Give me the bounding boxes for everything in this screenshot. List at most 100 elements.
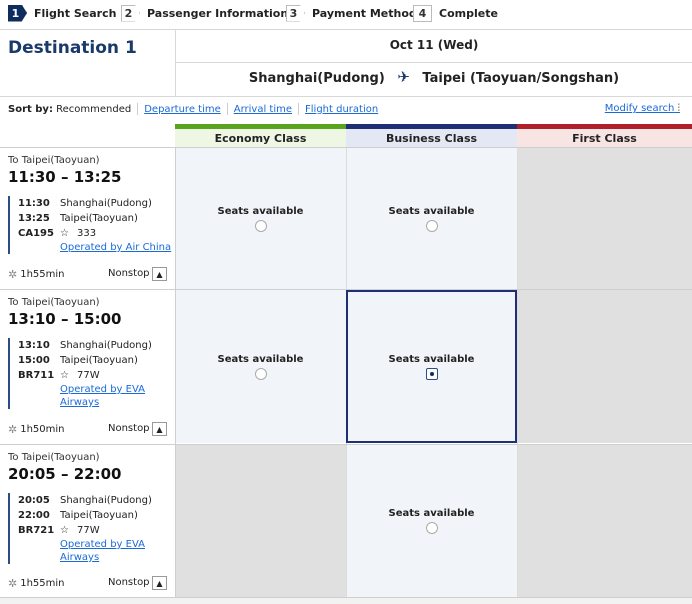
flight-detail: 13:10 Shanghai(Pudong) 15:00 Taipei(Taoyua… [8, 338, 168, 409]
flight-duration: ✲ 1h55min [8, 577, 65, 590]
economy-class-header: Economy Class [175, 124, 346, 147]
operated-by-link[interactable]: Operated by EVA Airways [60, 538, 172, 564]
flight-times: 11:30 – 13:25 [8, 168, 122, 186]
first-class-unavailable [518, 445, 692, 597]
flight-destination-label: To Taipei(Taoyuan) [8, 452, 100, 463]
divider [226, 103, 228, 115]
step-number: 2 [121, 4, 140, 22]
first-class-header: First Class [517, 124, 692, 147]
collapse-toggle-button[interactable]: ▲ [152, 576, 167, 590]
economy-fare-cell[interactable]: Seats available [175, 290, 346, 443]
duration-icon: ✲ [8, 268, 18, 281]
arrival-airport: Taipei(Taoyuan) [60, 355, 138, 366]
business-fare-cell[interactable]: Seats available [346, 148, 517, 289]
seats-available-label: Seats available [217, 353, 304, 365]
seats-available-label: Seats available [388, 205, 475, 217]
destination-city: Taipei (Taoyuan/Songshan) [422, 71, 620, 86]
divider [175, 62, 692, 63]
fare-radio[interactable] [254, 367, 267, 380]
origin-city: Shanghai(Pudong) [248, 71, 385, 86]
step-number: 4 [413, 4, 432, 22]
arrival-time: 22:00 [18, 510, 50, 521]
flight-detail: 11:30 Shanghai(Pudong) 13:25 Taipei(Taoyua… [8, 196, 171, 254]
flight-duration: ✲ 1h50min [8, 423, 65, 436]
seats-available-label: Seats available [388, 508, 475, 519]
step-flight-search: 1 Flight Search [8, 4, 116, 22]
step-label: Flight Search [34, 6, 117, 20]
stops-label: Nonstop [108, 268, 150, 279]
business-fare-cell[interactable]: Seats available [346, 445, 517, 597]
operated-by-link[interactable]: Operated by Air China [60, 241, 172, 254]
flight-times: 13:10 – 15:00 [8, 310, 122, 328]
arrival-time: 13:25 [18, 213, 50, 224]
divider [137, 103, 139, 115]
flight-detail: 20:05 Shanghai(Pudong) 22:00 Taipei(Taoyua… [8, 493, 168, 564]
arrival-time: 15:00 [18, 355, 50, 366]
flight-date: Oct 11 (Wed) [389, 38, 479, 52]
sort-bar: Sort by: Recommended Departure time Arri… [8, 103, 378, 115]
step-complete: 4 Complete [413, 4, 498, 22]
divider [0, 96, 692, 97]
economy-unavailable [176, 445, 346, 597]
step-label: Payment Method [312, 6, 417, 20]
star-icon: ☆ [60, 228, 69, 239]
step-number: 3 [286, 4, 305, 22]
departure-airport: Shanghai(Pudong) [60, 495, 152, 506]
flight-row: To Taipei(Taoyuan) 11:30 – 13:25 11:30 Sh… [0, 148, 175, 289]
duration-text: 1h55min [20, 578, 65, 589]
collapse-toggle-button[interactable]: ▲ [152, 267, 167, 281]
departure-time: 20:05 [18, 495, 50, 506]
fare-radio-selected[interactable] [425, 367, 438, 380]
sort-arrival-time-link[interactable]: Arrival time [234, 104, 292, 115]
departure-airport: Shanghai(Pudong) [60, 340, 152, 351]
star-icon: ☆ [60, 525, 69, 536]
star-icon: ☆ [60, 370, 69, 381]
sort-flight-duration-link[interactable]: Flight duration [305, 104, 378, 115]
economy-fare-cell[interactable]: Seats available [175, 148, 346, 289]
step-label: Complete [439, 6, 498, 20]
destination-title: Destination 1 [8, 38, 137, 58]
info-icon: ⫶ [677, 103, 681, 114]
progress-steps: 1 Flight Search 2 Passenger Information … [0, 0, 692, 27]
next-row-edge [0, 598, 692, 604]
flight-number: BR721 [18, 525, 55, 536]
flight-destination-label: To Taipei(Taoyuan) [8, 155, 100, 166]
duration-text: 1h55min [20, 269, 65, 280]
flight-row: To Taipei(Taoyuan) 13:10 – 15:00 13:10 Sh… [0, 290, 175, 443]
chevron-up-icon: ▲ [156, 578, 163, 588]
sort-current: Recommended [56, 103, 132, 115]
sort-departure-time-link[interactable]: Departure time [144, 104, 221, 115]
fare-radio[interactable] [425, 522, 438, 534]
duration-icon: ✲ [8, 423, 18, 436]
step-payment-method: 3 Payment Method [286, 4, 417, 22]
flight-number: BR711 [18, 370, 55, 381]
chevron-up-icon: ▲ [156, 269, 163, 279]
business-class-header: Business Class [346, 124, 517, 147]
step-number: 1 [8, 4, 27, 22]
step-passenger-information: 2 Passenger Information [121, 4, 288, 22]
aircraft-type: 333 [76, 228, 97, 239]
flight-times: 20:05 – 22:00 [8, 465, 122, 483]
operated-by-link[interactable]: Operated by EVA Airways [60, 383, 172, 409]
arrival-airport: Taipei(Taoyuan) [60, 213, 138, 224]
collapse-toggle-button[interactable]: ▲ [152, 422, 167, 436]
departure-time: 11:30 [18, 198, 50, 209]
chevron-up-icon: ▲ [156, 424, 163, 434]
modify-search-link[interactable]: Modify search ⫶ [605, 103, 680, 114]
route: Shanghai(Pudong) ✈ Taipei (Taoyuan/Songs… [176, 68, 692, 86]
fare-radio[interactable] [254, 219, 267, 232]
duration-icon: ✲ [8, 577, 18, 590]
divider [298, 103, 300, 115]
duration-text: 1h50min [20, 424, 65, 435]
flight-duration: ✲ 1h55min [8, 268, 65, 281]
fare-radio[interactable] [425, 219, 438, 232]
divider [0, 29, 692, 30]
business-fare-cell-selected[interactable]: Seats available [346, 290, 517, 443]
arrival-airport: Taipei(Taoyuan) [60, 510, 138, 521]
stops-label: Nonstop [108, 423, 150, 434]
aircraft-type: 77W [76, 525, 100, 536]
seats-available-label: Seats available [217, 205, 304, 217]
sort-label: Sort by: [8, 103, 53, 115]
first-class-unavailable [518, 290, 692, 443]
seats-available-label: Seats available [388, 353, 475, 365]
